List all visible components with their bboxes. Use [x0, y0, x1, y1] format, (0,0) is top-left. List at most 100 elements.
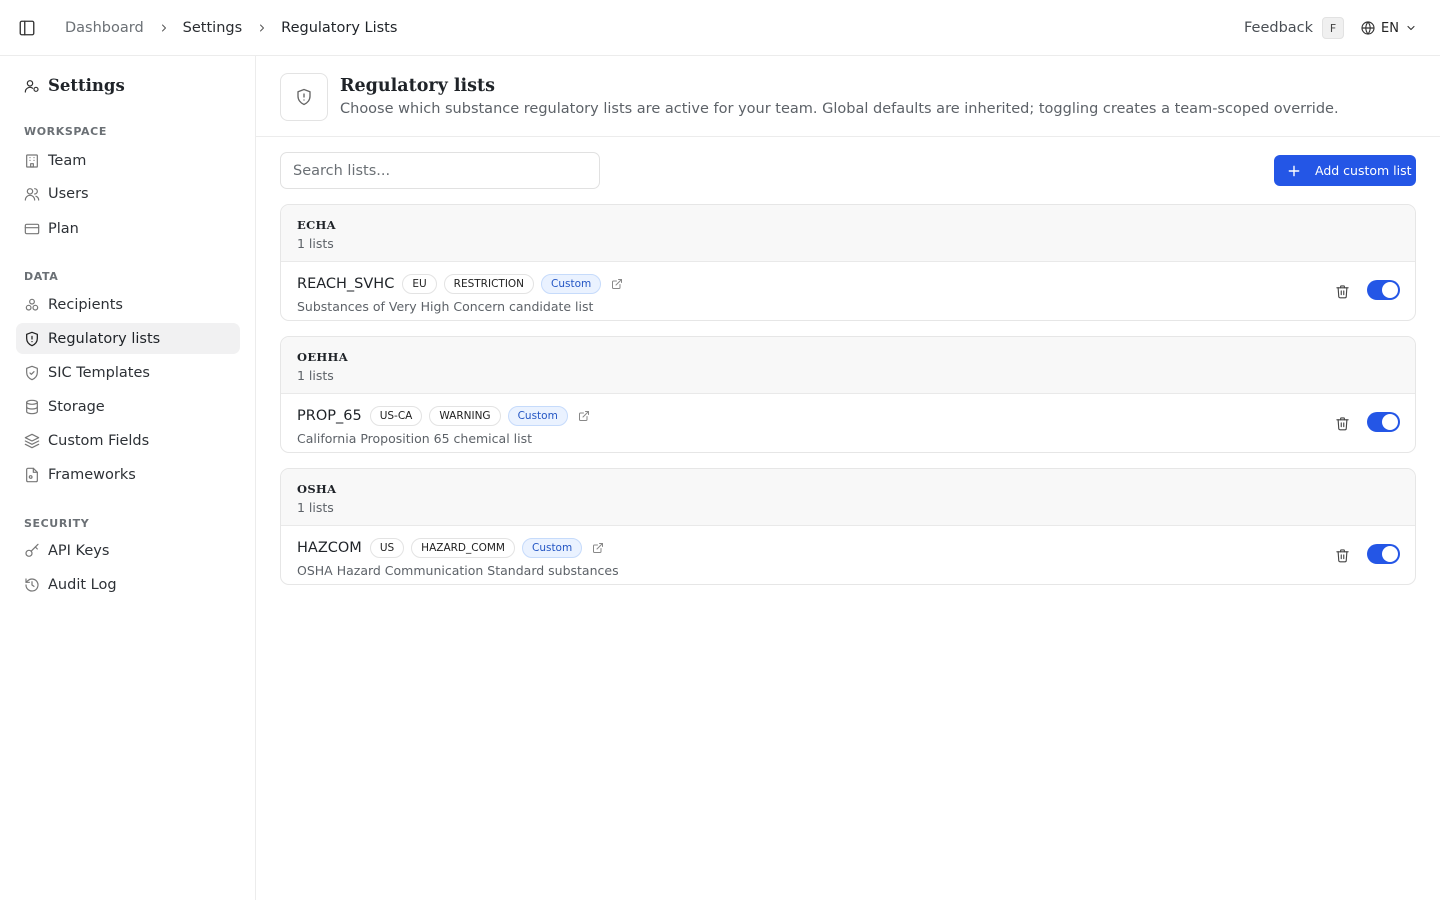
toggle-knob	[1382, 546, 1398, 562]
custom-badge: Custom	[521, 538, 583, 558]
list-enabled-toggle[interactable]	[1367, 280, 1400, 300]
group-count: 1 lists	[297, 236, 334, 251]
breadcrumb-settings[interactable]: Settings	[183, 20, 242, 36]
group-name: ECHA	[297, 218, 336, 232]
sidebar-item-label: Users	[48, 185, 89, 202]
language-selector[interactable]: EN	[1360, 0, 1417, 56]
group-name: OSHA	[297, 482, 337, 496]
toggle-knob	[1382, 414, 1398, 430]
feedback-button[interactable]: Feedback F	[1244, 0, 1345, 56]
trash-icon[interactable]	[1333, 414, 1351, 432]
list-item: HAZCOM US HAZARD_COMM Custom OSHA Hazard…	[281, 526, 1415, 584]
sidebar-title-label: Settings	[48, 76, 125, 95]
user-cog-icon	[24, 78, 40, 94]
list-item: REACH_SVHC EU RESTRICTION Custom Substan…	[281, 262, 1415, 320]
chevron-right-icon	[256, 22, 268, 34]
list-enabled-toggle[interactable]	[1367, 412, 1400, 432]
sidebar-item-label: Plan	[48, 220, 79, 237]
page-description: Choose which substance regulatory lists …	[340, 101, 1339, 117]
sidebar-item-label: Frameworks	[48, 466, 136, 483]
sidebar-item-api-keys[interactable]: API Keys	[16, 535, 240, 566]
feedback-label: Feedback	[1244, 20, 1314, 36]
sidebar-toggle-icon[interactable]	[16, 17, 38, 39]
group-count: 1 lists	[297, 368, 334, 383]
trash-icon[interactable]	[1333, 282, 1351, 300]
building-icon	[24, 153, 40, 169]
sidebar-section-security: SECURITY	[24, 517, 90, 530]
feedback-shortcut: F	[1322, 17, 1345, 39]
add-custom-list-label: Add custom list	[1315, 163, 1412, 178]
sidebar-item-team[interactable]: Team	[16, 145, 240, 176]
top-bar: Dashboard Settings Regulatory Lists Feed…	[0, 0, 1440, 56]
key-icon	[24, 543, 40, 559]
custom-badge: Custom	[507, 406, 568, 426]
history-icon	[24, 577, 40, 593]
sidebar-item-regulatory-lists[interactable]: Regulatory lists	[16, 323, 240, 354]
globe-icon	[1360, 20, 1376, 36]
list-group-osha: OSHA 1 lists HAZCOM US HAZARD_COMM Custo…	[280, 468, 1416, 585]
trash-icon[interactable]	[1333, 546, 1351, 564]
recipients-icon	[24, 297, 40, 313]
list-enabled-toggle[interactable]	[1367, 544, 1400, 564]
breadcrumb-current: Regulatory Lists	[281, 20, 398, 36]
page-header: Regulatory lists Choose which substance …	[256, 56, 1440, 137]
users-icon	[24, 186, 40, 202]
external-link-icon[interactable]	[578, 410, 590, 422]
type-tag: HAZARD_COMM	[411, 538, 515, 558]
group-header: OSHA 1 lists	[281, 469, 1415, 526]
group-name: OEHHA	[297, 350, 348, 364]
credit-card-icon	[24, 221, 40, 237]
file-icon	[24, 467, 40, 483]
breadcrumb-dashboard[interactable]: Dashboard	[65, 20, 144, 36]
chevron-down-icon	[1405, 22, 1417, 34]
page-title: Regulatory lists	[340, 76, 495, 96]
sidebar-item-label: SIC Templates	[48, 364, 150, 381]
database-icon	[24, 399, 40, 415]
type-tag: RESTRICTION	[443, 274, 535, 294]
sidebar-item-label: Custom Fields	[48, 432, 150, 449]
sidebar-item-label: Regulatory lists	[48, 330, 161, 347]
list-description: Substances of Very High Concern candidat…	[297, 299, 594, 314]
shield-check-icon	[24, 365, 40, 381]
region-tag: US	[369, 538, 405, 558]
shield-alert-icon	[24, 331, 40, 347]
sidebar-item-label: Storage	[48, 398, 105, 415]
custom-badge: Custom	[541, 274, 602, 294]
list-group-oehha: OEHHA 1 lists PROP_65 US-CA WARNING Cust…	[280, 336, 1416, 453]
sidebar-item-custom-fields[interactable]: Custom Fields	[16, 425, 240, 456]
list-description: OSHA Hazard Communication Standard subst…	[297, 563, 619, 578]
list-name: HAZCOM	[297, 540, 362, 556]
sidebar-item-recipients[interactable]: Recipients	[16, 289, 240, 320]
shield-alert-icon	[280, 73, 328, 121]
sidebar-item-frameworks[interactable]: Frameworks	[16, 459, 240, 490]
language-label: EN	[1381, 20, 1399, 36]
group-header: ECHA 1 lists	[281, 205, 1415, 262]
list-group-echa: ECHA 1 lists REACH_SVHC EU RESTRICTION C…	[280, 204, 1416, 321]
toggle-knob	[1382, 282, 1398, 298]
sidebar-section-data: DATA	[24, 270, 59, 283]
search-input[interactable]	[280, 152, 600, 189]
sidebar-item-sic-templates[interactable]: SIC Templates	[16, 357, 240, 388]
add-custom-list-button[interactable]: Add custom list	[1274, 155, 1416, 186]
chevron-right-icon	[158, 22, 170, 34]
list-name: PROP_65	[297, 408, 362, 424]
sidebar-item-plan[interactable]: Plan	[16, 213, 240, 244]
list-item: PROP_65 US-CA WARNING Custom California …	[281, 394, 1415, 452]
layers-icon	[24, 433, 40, 449]
sidebar-title: Settings	[24, 76, 125, 95]
external-link-icon[interactable]	[611, 278, 623, 290]
type-tag: WARNING	[429, 406, 501, 426]
sidebar-item-label: Audit Log	[48, 576, 117, 593]
sidebar: Settings WORKSPACE Team Users Plan DATA …	[0, 56, 256, 900]
plus-icon	[1287, 164, 1301, 178]
sidebar-item-audit-log[interactable]: Audit Log	[16, 569, 240, 600]
sidebar-section-workspace: WORKSPACE	[24, 125, 107, 138]
sidebar-item-label: Recipients	[48, 296, 123, 313]
external-link-icon[interactable]	[592, 542, 604, 554]
group-count: 1 lists	[297, 500, 334, 515]
sidebar-item-users[interactable]: Users	[16, 178, 240, 209]
sidebar-item-storage[interactable]: Storage	[16, 391, 240, 422]
breadcrumb: Dashboard Settings Regulatory Lists	[65, 0, 397, 56]
sidebar-item-label: API Keys	[48, 542, 110, 559]
region-tag: EU	[402, 274, 437, 294]
